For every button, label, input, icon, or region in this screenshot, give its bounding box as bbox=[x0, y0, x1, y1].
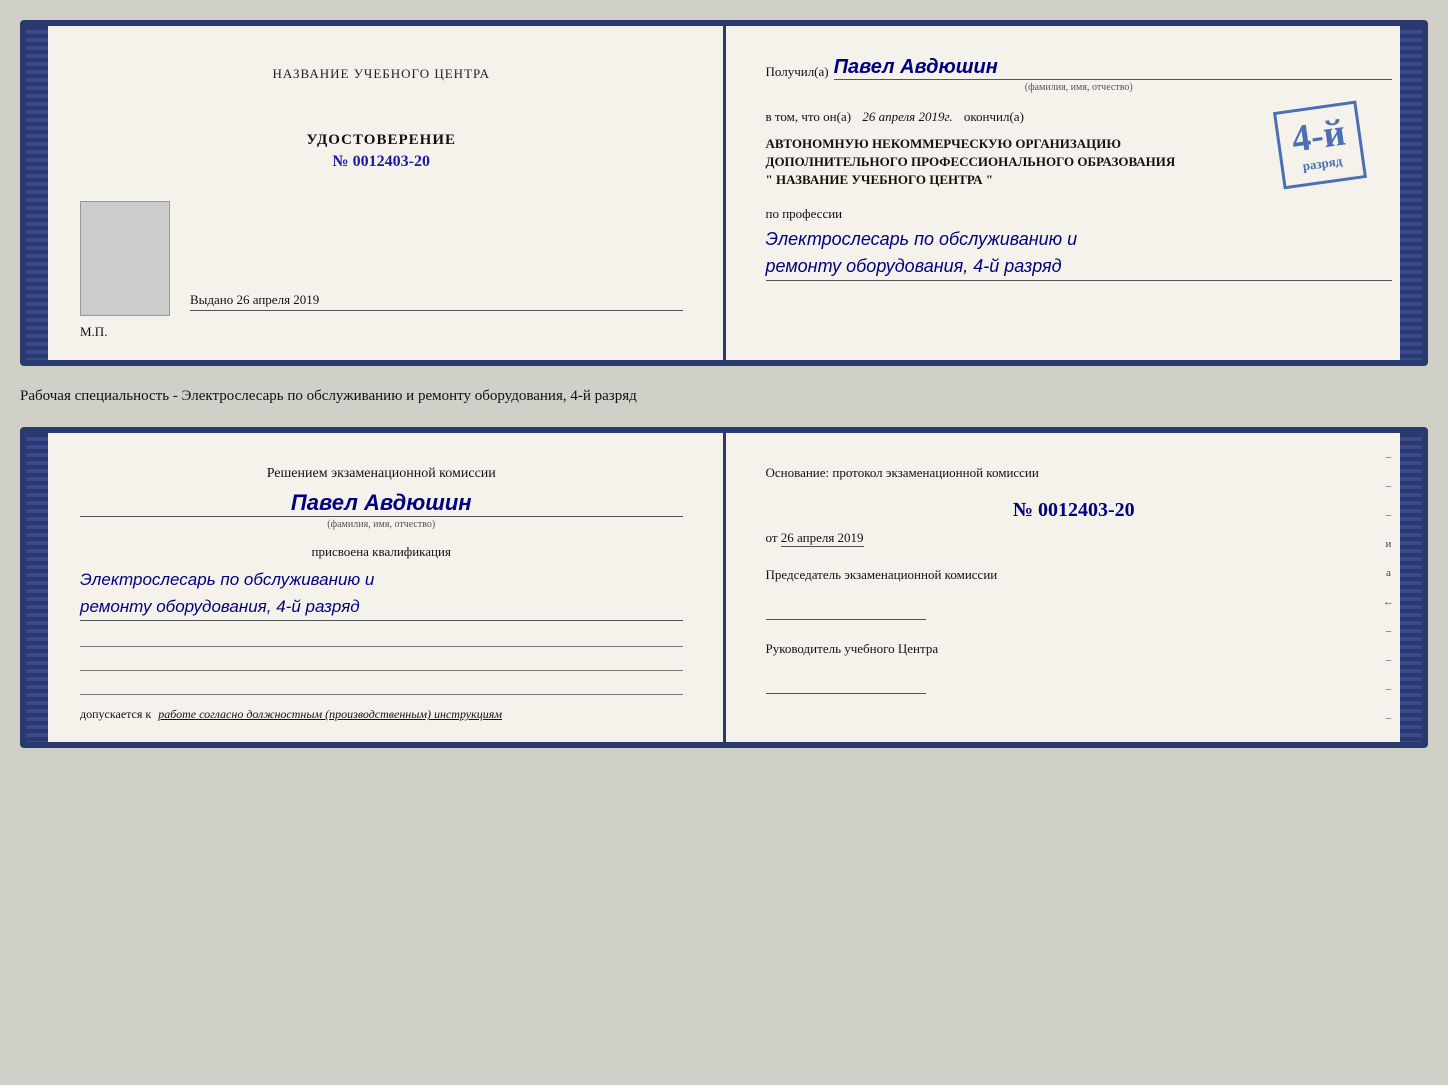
profession-label: по профессии bbox=[766, 206, 1393, 222]
bottom-person-name: Павел Авдюшин bbox=[80, 490, 683, 517]
mp-label: М.П. bbox=[80, 324, 683, 340]
received-name: Павел Авдюшин bbox=[834, 56, 1392, 80]
left-spine-decoration bbox=[26, 26, 48, 360]
bottom-doc-left-page: Решением экзаменационной комиссии Павел … bbox=[26, 433, 726, 742]
date-prefix: от bbox=[766, 530, 778, 545]
profession-line2: ремонту оборудования, 4-й разряд bbox=[766, 253, 1393, 280]
qualification-line1: Электрослесарь по обслуживанию и bbox=[80, 566, 683, 593]
vtom-date: 26 апреля 2019г. bbox=[862, 109, 952, 124]
top-doc-right-page: Получил(а) Павел Авдюшин (фамилия, имя, … bbox=[726, 26, 1423, 360]
org-line1: АВТОНОМНУЮ НЕКОММЕРЧЕСКУЮ ОРГАНИЗАЦИЮ ДО… bbox=[766, 135, 1393, 190]
chairman-signature-line bbox=[766, 600, 926, 620]
finished-label: окончил(а) bbox=[964, 109, 1024, 124]
deco-letter-4: и bbox=[1386, 538, 1392, 550]
director-label: Руководитель учебного Центра bbox=[766, 640, 1383, 658]
deco-letter-6: ← bbox=[1383, 596, 1394, 608]
qualification-line2: ремонту оборудования, 4-й разряд bbox=[80, 593, 683, 620]
right-side-letters: – – – и а ← – – – – bbox=[1383, 433, 1394, 742]
bottom-right-inner: Основание: протокол экзаменационной коми… bbox=[766, 463, 1383, 694]
cert-title: УДОСТОВЕРЕНИЕ bbox=[80, 132, 683, 149]
допускается-prefix: допускается к bbox=[80, 707, 151, 721]
issued-block: Выдано 26 апреля 2019 bbox=[190, 292, 683, 316]
bottom-fio-hint: (фамилия, имя, отчество) bbox=[80, 519, 683, 530]
допускается-text: работе согласно должностным (производств… bbox=[158, 707, 502, 721]
deco-letter-9: – bbox=[1386, 683, 1392, 695]
protocol-date: от 26 апреля 2019 bbox=[766, 530, 1383, 546]
fio-hint-top: (фамилия, имя, отчество) bbox=[766, 82, 1393, 93]
extra-line-2 bbox=[80, 653, 683, 671]
osnov-label: Основание: протокол экзаменационной коми… bbox=[766, 463, 1383, 483]
photo-placeholder bbox=[80, 201, 170, 316]
vtom-label: в том, что он(а) bbox=[766, 109, 852, 124]
assigned-label: присвоена квалификация bbox=[80, 544, 683, 560]
issued-label: Выдано bbox=[190, 292, 233, 307]
bottom-left-spine bbox=[26, 433, 48, 742]
deco-letter-7: – bbox=[1386, 625, 1392, 637]
decision-title: Решением экзаменационной комиссии bbox=[80, 463, 683, 484]
cert-number: № 0012403-20 bbox=[80, 153, 683, 171]
bottom-right-spine bbox=[1400, 433, 1422, 742]
school-name-top: НАЗВАНИЕ УЧЕБНОГО ЦЕНТРА bbox=[80, 66, 683, 82]
profession-value: Электрослесарь по обслуживанию и ремонту… bbox=[766, 226, 1393, 281]
right-spine-decoration bbox=[1400, 26, 1422, 360]
допускается-line: допускается к работе согласно должностны… bbox=[80, 707, 683, 722]
deco-letter-8: – bbox=[1386, 654, 1392, 666]
bottom-document: Решением экзаменационной комиссии Павел … bbox=[20, 427, 1428, 748]
protocol-number: № 0012403-20 bbox=[766, 499, 1383, 522]
profession-line1: Электрослесарь по обслуживанию и bbox=[766, 226, 1393, 253]
deco-letter-10: – bbox=[1386, 712, 1392, 724]
deco-letter-5: а bbox=[1386, 567, 1391, 579]
director-signature-line bbox=[766, 674, 926, 694]
deco-letter-3: – bbox=[1386, 509, 1392, 521]
received-block: Получил(а) Павел Авдюшин bbox=[766, 56, 1393, 80]
page-wrapper: НАЗВАНИЕ УЧЕБНОГО ЦЕНТРА УДОСТОВЕРЕНИЕ №… bbox=[20, 20, 1428, 748]
extra-line-1 bbox=[80, 629, 683, 647]
org-line2: ДОПОЛНИТЕЛЬНОГО ПРОФЕССИОНАЛЬНОГО ОБРАЗО… bbox=[766, 153, 1393, 171]
bottom-doc-right-page: Основание: протокол экзаменационной коми… bbox=[726, 433, 1423, 742]
photo-issued-block: Выдано 26 апреля 2019 bbox=[80, 201, 683, 316]
date-value: 26 апреля 2019 bbox=[781, 530, 864, 547]
cert-title-block: УДОСТОВЕРЕНИЕ № 0012403-20 bbox=[80, 132, 683, 171]
qualification-value: Электрослесарь по обслуживанию и ремонту… bbox=[80, 566, 683, 621]
issued-date: 26 апреля 2019 bbox=[237, 292, 320, 307]
deco-letter-1: – bbox=[1386, 451, 1392, 463]
received-label: Получил(а) bbox=[766, 64, 829, 80]
vtom-line: в том, что он(а) 26 апреля 2019г. окончи… bbox=[766, 109, 1393, 125]
deco-letter-2: – bbox=[1386, 480, 1392, 492]
top-document: НАЗВАНИЕ УЧЕБНОГО ЦЕНТРА УДОСТОВЕРЕНИЕ №… bbox=[20, 20, 1428, 366]
chairman-block: Председатель экзаменационной комиссии bbox=[766, 566, 1383, 620]
org-name: " НАЗВАНИЕ УЧЕБНОГО ЦЕНТРА " bbox=[766, 171, 1393, 189]
top-doc-left-page: НАЗВАНИЕ УЧЕБНОГО ЦЕНТРА УДОСТОВЕРЕНИЕ №… bbox=[26, 26, 726, 360]
extra-line-3 bbox=[80, 677, 683, 695]
issued-line: Выдано 26 апреля 2019 bbox=[190, 292, 683, 311]
middle-text: Рабочая специальность - Электрослесарь п… bbox=[20, 384, 1428, 409]
chairman-label: Председатель экзаменационной комиссии bbox=[766, 566, 1383, 584]
